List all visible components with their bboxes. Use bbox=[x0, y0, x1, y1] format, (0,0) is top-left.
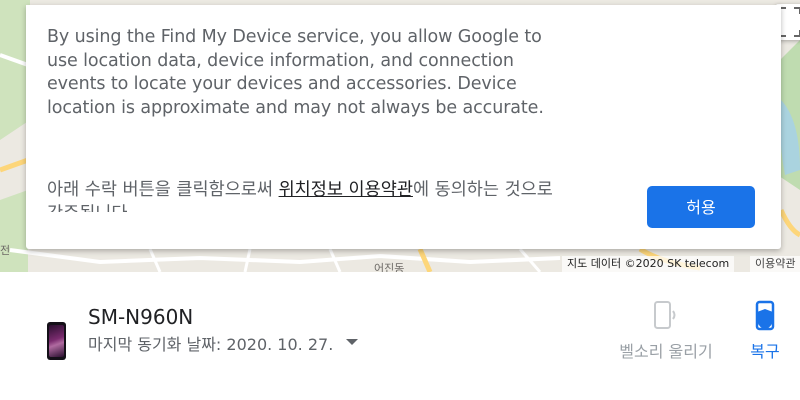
secure-device-icon bbox=[755, 300, 775, 331]
consent-paragraph: By using the Find My Device service, you… bbox=[47, 27, 544, 118]
ring-phone-icon bbox=[654, 301, 676, 329]
ring-device-button[interactable]: 벨소리 울리기 bbox=[606, 300, 726, 364]
device-name: SM-N960N bbox=[88, 305, 194, 329]
location-terms-link[interactable]: 위치정보 이용약관 bbox=[279, 180, 413, 200]
secure-label: 복구 bbox=[750, 342, 780, 361]
consent-korean-prefix: 아래 수락 버튼을 클릭함으로써 bbox=[47, 180, 279, 200]
consent-korean-text: 아래 수락 버튼을 클릭함으로써 위치정보 이용약관에 동의하는 것으로 간주됩… bbox=[47, 178, 567, 212]
device-dropdown-button[interactable] bbox=[340, 334, 364, 352]
last-sync-text: 마지막 동기화 날짜: 2020. 10. 27. bbox=[88, 335, 334, 354]
secure-device-button[interactable]: 복구 bbox=[740, 300, 790, 364]
caret-down-icon bbox=[346, 339, 358, 345]
phone-thumbnail bbox=[47, 322, 66, 360]
consent-dialog: By using the Find My Device service, you… bbox=[26, 5, 781, 249]
ring-label: 벨소리 울리기 bbox=[619, 342, 713, 361]
device-panel: SM-N960N 마지막 동기화 날짜: 2020. 10. 27. 벨소리 울… bbox=[0, 272, 800, 400]
map-attribution: 지도 데이터 ©2020 SK telecom bbox=[562, 256, 735, 272]
phone-thumbnail-screen bbox=[49, 325, 64, 357]
map-terms-link[interactable]: 이용약관 bbox=[750, 256, 800, 272]
allow-button[interactable]: 허용 bbox=[647, 186, 755, 228]
map-place-label: 전 bbox=[0, 244, 11, 257]
map-road-label: 어진동 bbox=[374, 262, 405, 272]
